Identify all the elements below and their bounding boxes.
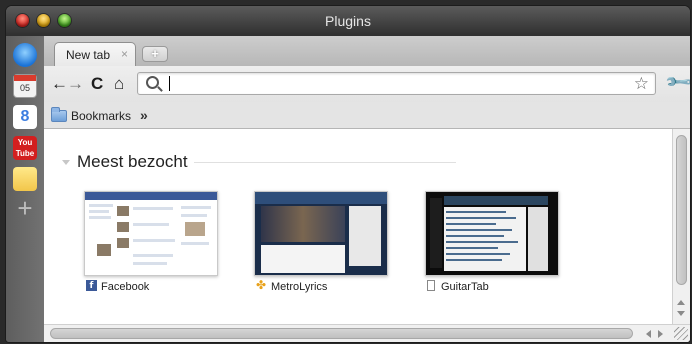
back-button[interactable]: ← [51,75,68,93]
chrome-icon[interactable] [13,43,37,67]
navigation-toolbar: ← → C ⌂ ☆ 🔧 [44,66,690,102]
page-favicon-icon [427,280,435,291]
scroll-up-arrow-icon[interactable] [677,300,685,305]
site-label-metrolyrics[interactable]: MetroLyrics [271,281,327,293]
tab-new-tab[interactable]: New tab × [54,42,136,66]
scroll-left-arrow-icon[interactable] [646,330,651,338]
resize-grip-icon[interactable] [674,327,688,340]
section-divider [194,162,456,163]
new-tab-button[interactable]: + [142,46,168,62]
forward-button[interactable]: → [67,75,84,93]
bookmark-star-icon[interactable]: ☆ [634,73,649,94]
tab-close-icon[interactable]: × [121,47,128,61]
reload-button[interactable]: C [91,75,103,93]
notes-icon[interactable] [13,167,37,191]
vertical-scrollbar[interactable] [672,129,690,324]
horizontal-scroll-thumb[interactable] [50,328,633,339]
facebook-favicon-icon: f [86,280,97,291]
app-dock: 05 8 You Tube + [6,36,45,342]
collapse-triangle-icon[interactable] [62,160,70,165]
title-bar: Plugins [6,6,690,36]
youtube-icon[interactable]: You Tube [13,136,37,160]
text-caret [169,76,170,91]
browser-window: Plugins 05 8 You Tube + New tab × + ← → … [6,6,690,342]
section-title: Meest bezocht [77,152,188,171]
thumbnail-guitartab[interactable] [425,191,559,276]
thumbnail-facebook[interactable] [84,191,218,276]
bookmarks-overflow-chevron[interactable]: » [140,107,148,123]
bookmarks-bar: Bookmarks » [44,102,690,129]
scroll-right-arrow-icon[interactable] [658,330,663,338]
new-tab-page: Meest bezocht f Facebook ✤ MetroLyrics G… [44,129,672,324]
thumbnail-metrolyrics[interactable] [254,191,388,276]
google-icon-glyph: 8 [20,108,30,125]
address-input[interactable] [167,75,627,91]
browser-chrome: New tab × + ← → C ⌂ ☆ 🔧 Bookmarks » Mees… [44,36,690,342]
window-title: Plugins [325,13,371,29]
add-icon[interactable]: + [13,195,37,221]
vertical-scroll-thumb[interactable] [676,135,687,285]
folder-icon[interactable] [51,107,67,122]
omnibox[interactable]: ☆ [137,72,656,95]
site-label-guitartab[interactable]: GuitarTab [441,281,489,293]
calendar-icon[interactable]: 05 [13,74,37,98]
bookmarks-folder[interactable]: Bookmarks [71,109,131,123]
metrolyrics-favicon-icon: ✤ [256,278,267,292]
tab-strip: New tab × + [44,36,690,66]
horizontal-scrollbar[interactable] [44,324,690,342]
google-icon[interactable]: 8 [13,105,37,129]
tab-label: New tab [66,48,111,62]
wrench-menu-icon[interactable]: 🔧 [664,67,690,98]
search-icon [146,76,159,89]
scroll-down-arrow-icon[interactable] [677,311,685,316]
youtube-icon-text: You Tube [15,138,35,158]
calendar-date: 05 [19,83,30,93]
home-button[interactable]: ⌂ [114,75,124,93]
site-label-facebook[interactable]: Facebook [101,281,149,293]
